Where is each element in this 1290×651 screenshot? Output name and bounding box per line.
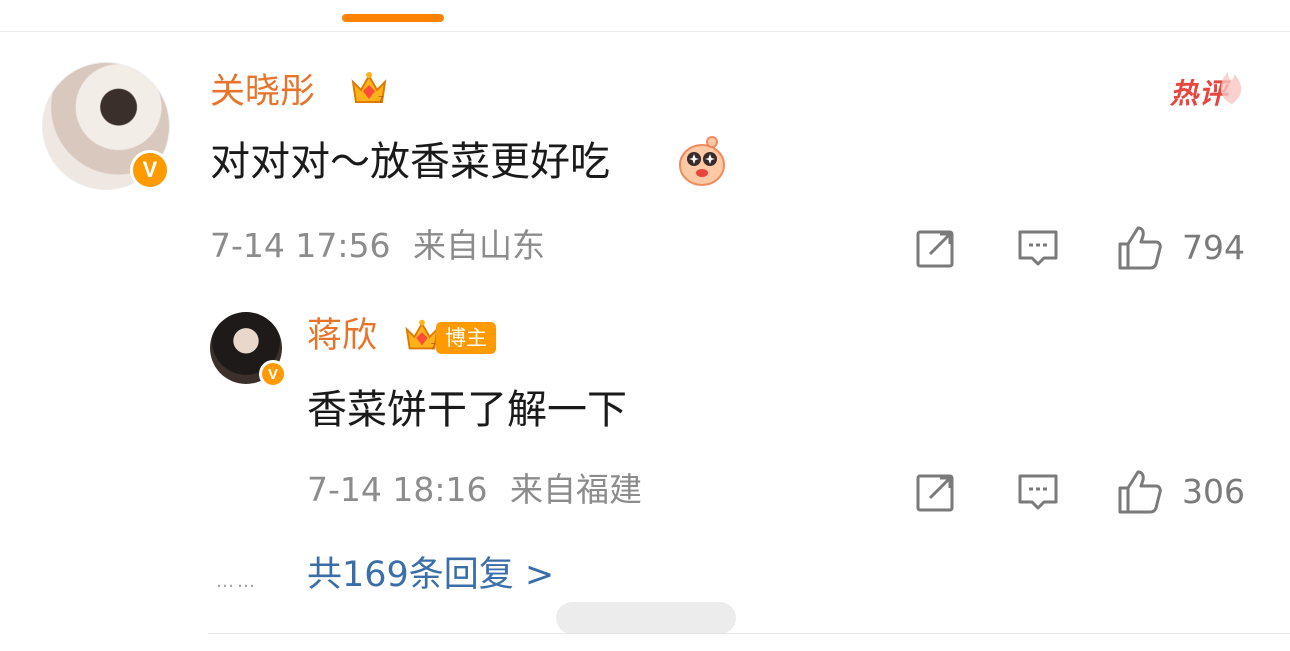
like-count: 794: [1182, 228, 1245, 267]
comment-date: 7-14 17:56: [210, 226, 391, 265]
comment-meta: 7-14 17:56 来自山东: [210, 224, 545, 268]
share-icon[interactable]: [914, 470, 958, 514]
reply-actions: 306: [914, 468, 1245, 516]
comment-actions: 794: [914, 224, 1245, 272]
verified-badge-icon: V: [130, 150, 170, 190]
comment-location: 来自山东: [413, 226, 545, 265]
star-eyes-emoji-icon: [679, 136, 725, 186]
view-all-replies-link[interactable]: 共169条回复 >: [307, 552, 554, 598]
divider: [208, 633, 1290, 634]
thread-dots: ……: [216, 571, 258, 592]
divider: [0, 31, 1290, 32]
reply-location: 来自福建: [510, 470, 642, 509]
comment-text: 对对对～放香菜更好吃: [210, 139, 610, 185]
share-icon[interactable]: [914, 226, 958, 270]
blogger-badge: 博主: [436, 322, 496, 354]
comment-icon[interactable]: [1016, 226, 1060, 270]
like-icon[interactable]: [1116, 224, 1164, 272]
comment-author-name[interactable]: 关晓彤: [210, 70, 315, 114]
svg-text:7: 7: [378, 95, 384, 106]
active-tab-indicator: [342, 14, 444, 22]
reply-text: 香菜饼干了解一下: [307, 387, 627, 433]
reply-date: 7-14 18:16: [307, 470, 488, 509]
reply-meta: 7-14 18:16 来自福建: [307, 468, 642, 512]
like-icon[interactable]: [1116, 468, 1164, 516]
like-count: 306: [1182, 472, 1245, 511]
verified-badge-icon: V: [259, 360, 287, 388]
comment-icon[interactable]: [1016, 470, 1060, 514]
reply-author-name[interactable]: 蒋欣: [307, 314, 377, 358]
flame-icon: [1220, 72, 1242, 104]
watermark: [556, 602, 736, 634]
crown-icon: 7: [351, 72, 387, 106]
